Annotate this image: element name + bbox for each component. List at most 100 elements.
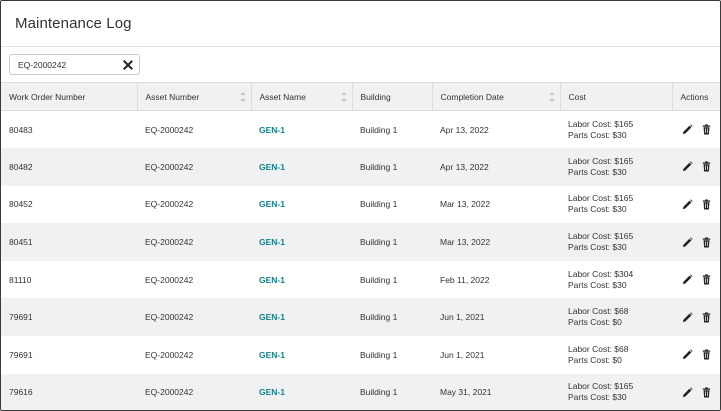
- page-title: Maintenance Log: [15, 15, 132, 32]
- work-order-number: 80451: [9, 237, 33, 248]
- pencil-icon[interactable]: [682, 274, 693, 285]
- table-row[interactable]: 79691 EQ-2000242 GEN-1 Building 1 Jun 1, 202…: [1, 336, 720, 374]
- parts-cost: Parts Cost: $30: [568, 242, 627, 253]
- column-header-actions: Actions: [672, 82, 720, 111]
- pencil-icon[interactable]: [682, 199, 693, 210]
- trash-icon[interactable]: [701, 124, 712, 135]
- sort-icon[interactable]: [548, 92, 555, 102]
- actions: [672, 261, 720, 299]
- actions: [672, 148, 720, 186]
- actions: [672, 336, 720, 374]
- pencil-icon[interactable]: [682, 349, 693, 360]
- table-header-row: Work Order Number Asset Number Asset Nam…: [1, 82, 720, 111]
- trash-icon[interactable]: [701, 274, 712, 285]
- trash-icon[interactable]: [701, 349, 712, 360]
- parts-cost: Parts Cost: $30: [568, 279, 627, 290]
- work-order-number: 80483: [9, 124, 33, 135]
- table-row[interactable]: 80483 EQ-2000242 GEN-1 Building 1 Apr 13, 20…: [1, 111, 720, 149]
- column-header-building[interactable]: Building: [352, 82, 433, 111]
- labor-cost: Labor Cost: $304: [568, 268, 634, 279]
- asset-number: EQ-2000242: [145, 199, 194, 210]
- building: Building 1: [360, 349, 398, 360]
- actions: [672, 298, 720, 336]
- completion-date: Mar 13, 2022: [440, 199, 491, 210]
- filter-chip: EQ-2000242: [9, 54, 140, 75]
- filter-bar: EQ-2000242: [1, 47, 720, 82]
- table-row[interactable]: 79691 EQ-2000242 GEN-1 Building 1 Jun 1, 202…: [1, 298, 720, 337]
- completion-date: May 31, 2021: [440, 387, 492, 398]
- completion-date: Feb 11, 2022: [440, 274, 490, 285]
- asset-number: EQ-2000242: [145, 124, 194, 135]
- parts-cost: Parts Cost: $30: [568, 166, 627, 177]
- asset-name-link[interactable]: GEN-1: [251, 261, 352, 299]
- building: Building 1: [360, 237, 398, 248]
- completion-date: Apr 13, 2022: [440, 124, 489, 135]
- pencil-icon[interactable]: [682, 387, 693, 398]
- sort-icon[interactable]: [239, 92, 246, 102]
- pencil-icon[interactable]: [682, 312, 693, 323]
- asset-number: EQ-2000242: [145, 161, 194, 172]
- maintenance-log-panel: Maintenance Log EQ-2000242 Work Order Nu…: [0, 0, 721, 411]
- work-order-number: 80452: [9, 199, 33, 210]
- actions: [672, 111, 720, 149]
- asset-name-link[interactable]: GEN-1: [251, 223, 352, 261]
- actions: [672, 223, 720, 261]
- work-order-number: 81110: [9, 274, 32, 285]
- cost: Labor Cost: $165 Parts Cost: $30: [560, 223, 672, 261]
- trash-icon[interactable]: [701, 161, 712, 172]
- actions: [672, 186, 720, 224]
- asset-name-link[interactable]: GEN-1: [251, 336, 352, 374]
- sort-icon[interactable]: [340, 92, 347, 102]
- building: Building 1: [360, 274, 398, 285]
- column-header-asset-name[interactable]: Asset Name: [251, 82, 353, 111]
- asset-number: EQ-2000242: [145, 237, 194, 248]
- actions: [672, 374, 720, 410]
- trash-icon[interactable]: [701, 312, 712, 323]
- building: Building 1: [360, 161, 398, 172]
- header: Maintenance Log: [1, 1, 720, 47]
- completion-date: Apr 13, 2022: [440, 161, 489, 172]
- parts-cost: Parts Cost: $30: [568, 129, 627, 140]
- cost: Labor Cost: $165 Parts Cost: $30: [560, 374, 672, 410]
- asset-name-link[interactable]: GEN-1: [251, 111, 352, 149]
- trash-icon[interactable]: [701, 387, 712, 398]
- asset-name-link[interactable]: GEN-1: [251, 186, 352, 224]
- cost: Labor Cost: $68 Parts Cost: $0: [560, 336, 672, 374]
- asset-number: EQ-2000242: [145, 349, 194, 360]
- column-header-work-order[interactable]: Work Order Number: [1, 82, 138, 111]
- labor-cost: Labor Cost: $68: [568, 306, 629, 317]
- completion-date: Mar 13, 2022: [440, 237, 491, 248]
- maintenance-table: Work Order Number Asset Number Asset Nam…: [1, 82, 720, 410]
- column-header-asset-number[interactable]: Asset Number: [137, 82, 252, 111]
- work-order-number: 79691: [9, 349, 33, 360]
- labor-cost: Labor Cost: $68: [568, 343, 629, 354]
- column-header-completion-date[interactable]: Completion Date: [432, 82, 561, 111]
- asset-number: EQ-2000242: [145, 312, 194, 323]
- column-header-cost[interactable]: Cost: [560, 82, 673, 111]
- trash-icon[interactable]: [701, 199, 712, 210]
- labor-cost: Labor Cost: $165: [568, 155, 634, 166]
- table-row[interactable]: 81110 EQ-2000242 GEN-1 Building 1 Feb 11, 20…: [1, 261, 720, 299]
- asset-number: EQ-2000242: [145, 274, 194, 285]
- labor-cost: Labor Cost: $165: [568, 193, 634, 204]
- table-row[interactable]: 80482 EQ-2000242 GEN-1 Building 1 Apr 13, 20…: [1, 148, 720, 186]
- parts-cost: Parts Cost: $0: [568, 354, 622, 365]
- cost: Labor Cost: $165 Parts Cost: $30: [560, 111, 672, 149]
- asset-name-link[interactable]: GEN-1: [251, 298, 352, 336]
- trash-icon[interactable]: [701, 237, 712, 248]
- close-icon[interactable]: [123, 60, 133, 70]
- pencil-icon[interactable]: [682, 236, 693, 248]
- filter-chip-value: EQ-2000242: [18, 59, 67, 70]
- table-row[interactable]: 80452 EQ-2000242 GEN-1 Building 1 Mar 13, 20…: [1, 186, 720, 224]
- table-row[interactable]: 79616 EQ-2000242 GEN-1 Building 1 May 31, 20…: [1, 373, 720, 410]
- table-row[interactable]: 80451 EQ-2000242 GEN-1 Building 1 Mar 13, 20…: [1, 223, 720, 261]
- work-order-number: 79691: [9, 312, 33, 323]
- asset-name-link[interactable]: GEN-1: [251, 148, 352, 186]
- parts-cost: Parts Cost: $30: [568, 392, 627, 403]
- building: Building 1: [360, 124, 398, 135]
- building: Building 1: [360, 387, 398, 398]
- completion-date: Jun 1, 2021: [440, 349, 485, 360]
- pencil-icon[interactable]: [682, 161, 693, 172]
- asset-name-link[interactable]: GEN-1: [251, 374, 352, 410]
- pencil-icon[interactable]: [682, 124, 693, 135]
